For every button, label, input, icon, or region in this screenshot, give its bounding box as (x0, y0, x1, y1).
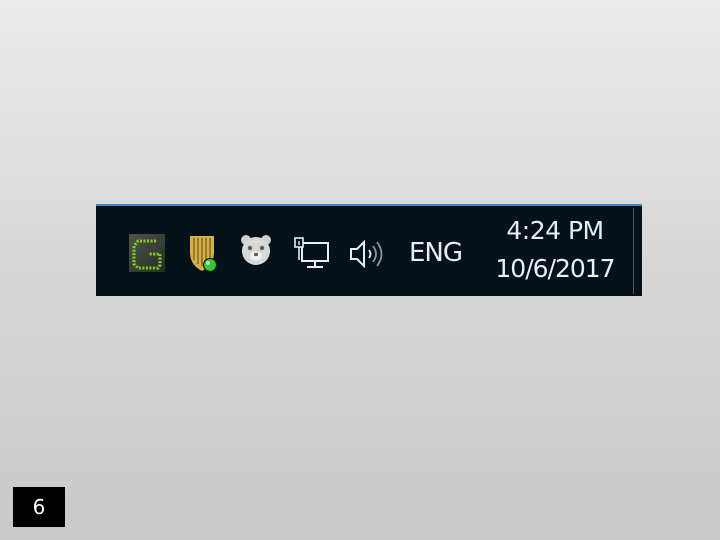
slide-number-badge: 6 (13, 487, 65, 527)
green-g-app-icon[interactable] (128, 232, 166, 274)
clock-date: 10/6/2017 (495, 254, 615, 283)
bear-app-icon[interactable] (239, 232, 273, 268)
input-language-indicator[interactable]: ENG (409, 236, 463, 270)
clock-time: 4:24 PM (506, 216, 604, 245)
volume-icon[interactable] (348, 236, 388, 272)
security-shield-icon[interactable] (187, 232, 219, 274)
taskbar-clock[interactable]: 4:24 PM 10/6/2017 (488, 214, 622, 286)
network-icon[interactable] (293, 234, 333, 274)
taskbar-notification-area: ENG 4:24 PM 10/6/2017 (96, 204, 642, 296)
show-desktop-button[interactable] (633, 208, 634, 294)
